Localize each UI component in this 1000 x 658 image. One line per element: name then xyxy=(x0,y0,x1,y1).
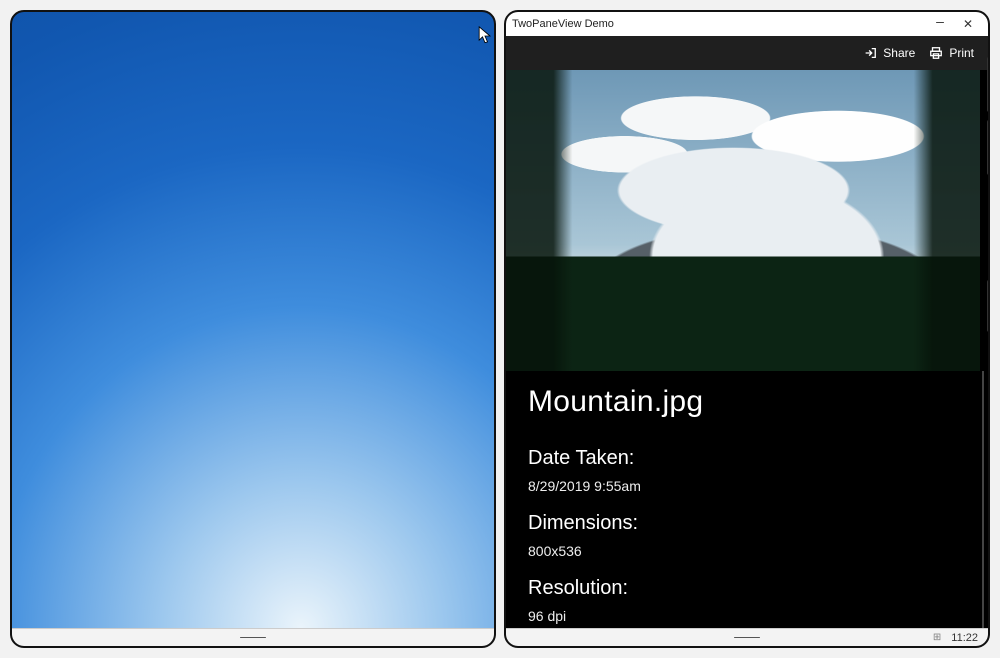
resolution-label: Resolution: xyxy=(528,577,966,600)
dimensions-label: Dimensions: xyxy=(528,512,966,535)
device-edge-button xyxy=(987,280,990,332)
file-name: Mountain.jpg xyxy=(528,385,966,419)
tray-clock: 11:22 xyxy=(951,632,978,644)
window-title: TwoPaneView Demo xyxy=(512,18,614,30)
dual-screen-stage: TwoPaneView Demo – ✕ Share Print xyxy=(0,0,1000,658)
system-tray[interactable]: ⊞ 11:22 xyxy=(933,632,978,644)
scrollbar[interactable] xyxy=(982,371,984,628)
device-edge-button xyxy=(987,120,990,175)
print-label: Print xyxy=(949,46,974,60)
date-taken-value: 8/29/2019 9:55am xyxy=(528,478,966,494)
resolution-value: 96 dpi xyxy=(528,608,966,624)
share-button[interactable]: Share xyxy=(863,46,915,60)
print-button[interactable]: Print xyxy=(929,46,974,60)
device-edge-button xyxy=(987,57,990,112)
desktop-wallpaper[interactable] xyxy=(12,12,494,628)
dimensions-value: 800x536 xyxy=(528,543,966,559)
window-titlebar[interactable]: TwoPaneView Demo – ✕ xyxy=(506,12,988,36)
left-screen xyxy=(10,10,496,648)
app-body: Mountain.jpg Date Taken: 8/29/2019 9:55a… xyxy=(506,70,988,628)
share-label: Share xyxy=(883,46,915,60)
tray-status-icon: ⊞ xyxy=(933,632,941,643)
right-screen: TwoPaneView Demo – ✕ Share Print xyxy=(504,10,990,648)
details-panel: Mountain.jpg Date Taken: 8/29/2019 9:55a… xyxy=(506,371,988,628)
minimize-button[interactable]: – xyxy=(926,13,954,29)
close-button[interactable]: ✕ xyxy=(954,17,982,31)
taskbar-left[interactable] xyxy=(12,628,494,646)
command-bar: Share Print xyxy=(506,36,988,70)
photo-preview[interactable] xyxy=(506,70,980,371)
taskbar-right[interactable]: ⊞ 11:22 xyxy=(506,628,988,646)
mouse-cursor-icon xyxy=(478,26,492,46)
share-icon xyxy=(863,46,877,60)
taskbar-handle-icon xyxy=(240,637,266,639)
taskbar-handle-icon xyxy=(734,637,760,639)
date-taken-label: Date Taken: xyxy=(528,447,966,470)
print-icon xyxy=(929,46,943,60)
